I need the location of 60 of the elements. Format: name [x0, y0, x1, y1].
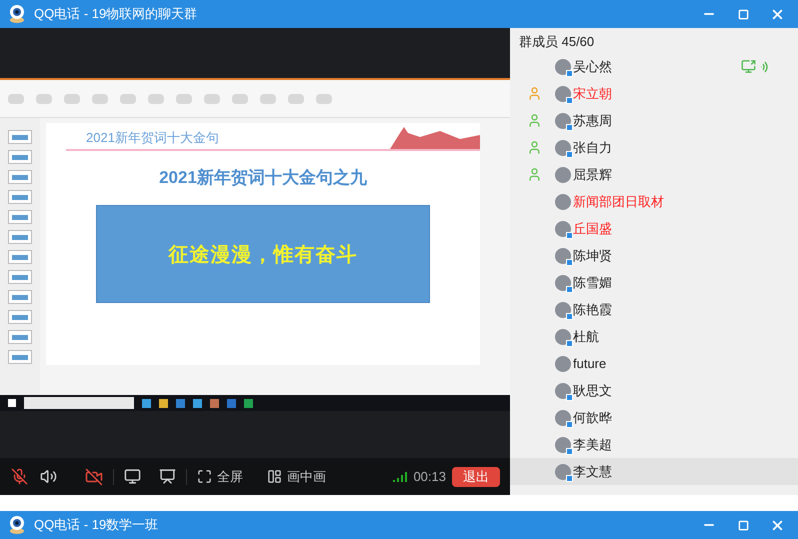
- member-name: 宋立朝: [573, 84, 612, 103]
- member-name: 屈景辉: [573, 166, 612, 184]
- exit-button[interactable]: 退出: [452, 466, 500, 486]
- pip-icon: [267, 469, 282, 484]
- member-name: 张自力: [573, 138, 612, 157]
- member-name: 何歆晔: [573, 408, 612, 427]
- member-row[interactable]: 李美超: [510, 431, 798, 458]
- member-row[interactable]: 吴心然: [510, 53, 798, 80]
- member-row[interactable]: 陈坤贤: [510, 242, 798, 269]
- member-row[interactable]: 何歆晔: [510, 404, 798, 431]
- member-row[interactable]: 屈景辉: [510, 161, 798, 188]
- app-logo-icon: [8, 515, 26, 535]
- avatar: [555, 166, 571, 182]
- presentation-button[interactable]: [159, 468, 176, 485]
- camera-button[interactable]: [85, 468, 103, 486]
- member-name: 李美超: [573, 436, 612, 454]
- member-name: 陈雪媚: [573, 274, 612, 292]
- presentation-icon: [159, 468, 176, 485]
- fullscreen-button[interactable]: 全屏: [197, 466, 243, 486]
- member-name: 新闻部团日取材: [573, 192, 664, 211]
- member-count: 群成员 45/60: [518, 33, 596, 51]
- camera-icon: [85, 468, 103, 486]
- microphone-icon: [10, 468, 28, 485]
- member-row[interactable]: 耿思文: [510, 377, 798, 404]
- slide-header: 2021新年贺词十大金句: [85, 128, 219, 146]
- member-row[interactable]: 张自力: [510, 134, 798, 161]
- member-row[interactable]: 李文慧: [510, 458, 798, 485]
- app-logo-icon: [8, 4, 26, 24]
- avatar: [555, 194, 571, 210]
- member-row[interactable]: 杜航: [510, 323, 798, 350]
- member-name: 丘国盛: [573, 220, 612, 238]
- monitor-icon: [124, 468, 141, 485]
- member-row[interactable]: 苏惠周: [510, 107, 798, 134]
- share-screen-button[interactable]: [124, 468, 141, 485]
- member-name: 陈艳霞: [573, 300, 612, 319]
- slide-title: 2021新年贺词十大金句之九: [159, 167, 367, 189]
- window-title: QQ电话 - 19物联网的聊天群: [34, 5, 198, 24]
- slide-quote: 征途漫漫，惟有奋斗: [168, 240, 358, 268]
- fullscreen-icon: [197, 469, 212, 484]
- member-name: 吴心然: [573, 58, 612, 76]
- window-title: QQ电话 - 19数学一班: [34, 516, 158, 534]
- member-name: 陈坤贤: [573, 246, 612, 265]
- speaking-icon: [760, 60, 768, 72]
- pip-button[interactable]: 画中画: [267, 466, 326, 486]
- member-name: 苏惠周: [573, 112, 612, 130]
- member-row[interactable]: 陈艳霞: [510, 296, 798, 323]
- call-duration: 00:13: [413, 468, 446, 486]
- member-row[interactable]: 陈雪媚: [510, 269, 798, 296]
- avatar: [555, 356, 571, 372]
- speaker-button[interactable]: [40, 468, 57, 485]
- member-name: 李文慧: [573, 462, 612, 481]
- member-row[interactable]: future: [510, 350, 798, 377]
- member-name: 杜航: [573, 328, 599, 346]
- maximize-icon: [738, 8, 748, 20]
- signal-icon: [393, 472, 410, 482]
- maximize-icon: [738, 520, 748, 530]
- member-name: 耿思文: [573, 382, 612, 400]
- speaker-icon: [40, 468, 57, 485]
- member-name: future: [573, 354, 606, 373]
- microphone-button[interactable]: [10, 468, 28, 485]
